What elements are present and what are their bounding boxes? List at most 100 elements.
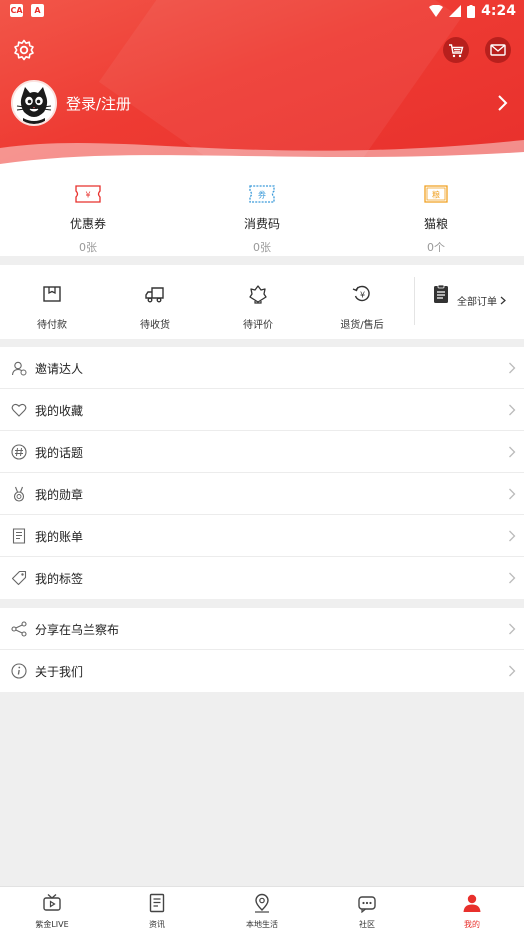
svg-text:券: 券 [258, 190, 266, 200]
login-register-link[interactable]: 登录/注册 [66, 93, 131, 114]
header-wave [0, 140, 524, 170]
menu-label: 我的收藏 [35, 404, 84, 418]
menu-item-favorites[interactable]: 我的收藏 [0, 389, 524, 431]
svg-text:¥: ¥ [360, 291, 365, 300]
chevron-right-icon [509, 623, 516, 635]
menu-primary: 邀请达人 我的收藏 我的话题 我的勋章 我的账单 我的标签 [0, 347, 524, 599]
menu-label: 分享在乌兰察布 [35, 623, 120, 637]
order-pending-delivery[interactable]: 待收货 [115, 283, 195, 331]
menu-item-tags[interactable]: 我的标签 [0, 557, 524, 599]
tab-label: 紫金LIVE [35, 920, 69, 929]
order-pending-review[interactable]: 待评价 [218, 283, 298, 331]
asset-name: 优惠券 [69, 217, 106, 231]
tv-icon [43, 894, 61, 911]
cart-icon [449, 43, 464, 57]
news-icon [149, 893, 165, 913]
community-icon [358, 896, 376, 914]
profile-header: CA A 4:24 登录/注册 [0, 0, 524, 170]
order-label-wrap: 全部订单 [457, 293, 506, 308]
signal-icon [449, 5, 462, 17]
tab-community[interactable]: 社区 [315, 893, 419, 930]
chevron-right-icon[interactable] [496, 94, 508, 112]
location-icon [255, 893, 269, 913]
cat-food-icon: 粮 [424, 185, 448, 203]
bill-icon [12, 528, 26, 544]
asset-cat-food[interactable]: 粮 猫粮 0个 [376, 184, 496, 255]
bottom-tab-bar: 紫金LIVE 资讯 本地生活 社区 我的 [0, 886, 524, 930]
chevron-right-icon [509, 446, 516, 458]
svg-text:粮: 粮 [432, 190, 440, 200]
tab-mine[interactable]: 我的 [420, 893, 524, 930]
chevron-right-icon [509, 362, 516, 374]
order-label: 待评价 [243, 320, 273, 331]
tab-label: 我的 [464, 920, 480, 929]
menu-label: 关于我们 [35, 665, 84, 679]
review-icon [249, 285, 267, 304]
chevron-right-icon [509, 572, 516, 584]
asset-value: 0个 [427, 241, 445, 254]
tab-news[interactable]: 资讯 [105, 893, 209, 930]
tab-label: 资讯 [149, 920, 165, 929]
tab-label: 本地生活 [246, 920, 278, 929]
chevron-right-icon [509, 530, 516, 542]
chevron-right-icon [509, 404, 516, 416]
order-label: 退货/售后 [340, 320, 384, 331]
chevron-right-icon [509, 488, 516, 500]
menu-item-topics[interactable]: 我的话题 [0, 431, 524, 473]
menu-label: 我的勋章 [35, 488, 84, 502]
asset-coupon[interactable]: ¥ 优惠券 0张 [28, 184, 148, 255]
menu-item-share[interactable]: 分享在乌兰察布 [0, 608, 524, 650]
tag-icon [11, 570, 27, 586]
order-label: 全部订单 [457, 297, 498, 308]
asset-value: 0张 [253, 241, 271, 254]
menu-secondary: 分享在乌兰察布 关于我们 [0, 608, 524, 692]
menu-label: 我的账单 [35, 530, 84, 544]
menu-item-bills[interactable]: 我的账单 [0, 515, 524, 557]
order-pending-payment[interactable]: 待付款 [12, 283, 92, 331]
cart-button[interactable] [443, 37, 469, 63]
clipboard-icon [433, 284, 448, 303]
menu-item-medals[interactable]: 我的勋章 [0, 473, 524, 515]
delivery-truck-icon [145, 287, 164, 303]
svg-text:¥: ¥ [85, 191, 90, 200]
message-button[interactable] [485, 37, 511, 63]
all-orders-link[interactable]: 全部订单 [428, 283, 508, 309]
settings-gear-icon[interactable] [12, 38, 36, 62]
menu-label: 我的话题 [35, 446, 84, 460]
profile-icon [463, 894, 481, 912]
wifi-icon [429, 5, 444, 17]
chevron-right-icon [509, 665, 516, 677]
status-badge-1: CA [10, 4, 23, 17]
info-icon [11, 663, 27, 679]
hashtag-icon [11, 444, 27, 460]
mail-icon [490, 44, 506, 56]
status-bar: CA A 4:24 [0, 0, 524, 24]
asset-name: 猫粮 [423, 217, 448, 231]
status-badge-2: A [31, 4, 44, 17]
asset-value: 0张 [79, 241, 97, 254]
order-status-bar: 待付款 待收货 待评价 ¥ 退货/售后 全部订单 [0, 265, 524, 339]
asset-ticket-code[interactable]: 券 消费码 0张 [202, 184, 322, 255]
coupon-icon: ¥ [75, 185, 101, 203]
refund-icon: ¥ [352, 285, 370, 302]
menu-item-about[interactable]: 关于我们 [0, 650, 524, 692]
asset-name: 消费码 [243, 217, 280, 231]
menu-label: 邀请达人 [35, 362, 84, 376]
ticket-code-icon: 券 [249, 185, 275, 203]
menu-item-invite[interactable]: 邀请达人 [0, 347, 524, 389]
tab-label: 社区 [359, 920, 375, 929]
medal-icon [13, 486, 25, 502]
orders-divider [414, 277, 415, 325]
share-icon [11, 621, 27, 637]
heart-icon [11, 403, 27, 417]
order-refund[interactable]: ¥ 退货/售后 [322, 283, 402, 331]
cat-avatar-icon [13, 82, 55, 124]
menu-label: 我的标签 [35, 572, 84, 586]
asset-summary: ¥ 优惠券 0张 券 消费码 0张 粮 猫粮 0个 [0, 170, 524, 256]
pending-payment-icon [43, 286, 61, 302]
avatar[interactable] [11, 80, 57, 126]
tab-zijin-live[interactable]: 紫金LIVE [0, 893, 104, 930]
order-label: 待收货 [140, 320, 170, 331]
chevron-right-icon [500, 296, 506, 305]
tab-local-life[interactable]: 本地生活 [210, 893, 314, 930]
